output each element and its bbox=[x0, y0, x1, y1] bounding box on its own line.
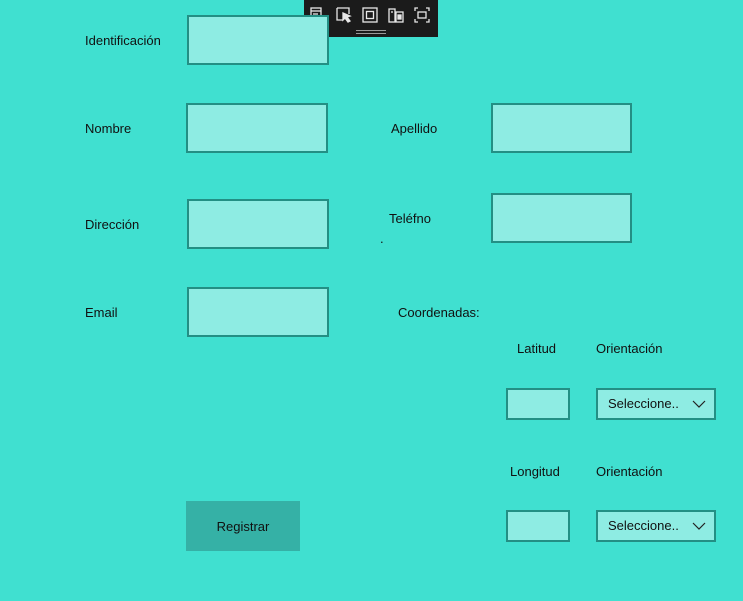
chevron-down-icon bbox=[684, 390, 714, 418]
orientacion-latitud-selected: Seleccione.. bbox=[608, 396, 679, 411]
display-layout-icon[interactable] bbox=[412, 5, 432, 25]
identificacion-input[interactable] bbox=[187, 15, 329, 65]
select-element-icon[interactable] bbox=[334, 5, 354, 25]
chevron-down-icon bbox=[684, 512, 714, 540]
email-label: Email bbox=[85, 305, 118, 320]
display-layout-adorners-icon[interactable] bbox=[360, 5, 380, 25]
apellido-label: Apellido bbox=[391, 121, 438, 136]
orientacion-latitud-select[interactable]: Seleccione.. bbox=[596, 388, 716, 420]
longitud-input[interactable] bbox=[506, 510, 570, 542]
direccion-input[interactable] bbox=[187, 199, 329, 249]
direccion-label: Dirección bbox=[85, 217, 140, 232]
latitud-input[interactable] bbox=[506, 388, 570, 420]
registrar-button[interactable]: Registrar bbox=[186, 501, 300, 551]
email-input[interactable] bbox=[187, 287, 329, 337]
telefono-input[interactable] bbox=[491, 193, 632, 243]
identificacion-label: Identificación bbox=[85, 33, 161, 48]
latitud-label: Latitud bbox=[517, 341, 557, 356]
orientacion-longitud-selected: Seleccione.. bbox=[608, 518, 679, 533]
orientacion-latitud-label: Orientación bbox=[596, 341, 663, 356]
apellido-input[interactable] bbox=[491, 103, 632, 153]
orientacion-longitud-label: Orientación bbox=[596, 464, 663, 479]
telefono-stray-dot: . bbox=[380, 231, 384, 246]
toolbar-grip[interactable] bbox=[356, 33, 386, 34]
longitud-label: Longitud bbox=[510, 464, 560, 479]
nombre-label: Nombre bbox=[85, 121, 132, 136]
track-focused-element-icon[interactable] bbox=[386, 5, 406, 25]
registrar-button-label: Registrar bbox=[216, 518, 270, 534]
coordenadas-label: Coordenadas: bbox=[398, 305, 480, 320]
toolbar-grip[interactable] bbox=[356, 30, 386, 31]
nombre-input[interactable] bbox=[186, 103, 328, 153]
telefono-label: Teléfno bbox=[389, 211, 431, 226]
orientacion-longitud-select[interactable]: Seleccione.. bbox=[596, 510, 716, 542]
